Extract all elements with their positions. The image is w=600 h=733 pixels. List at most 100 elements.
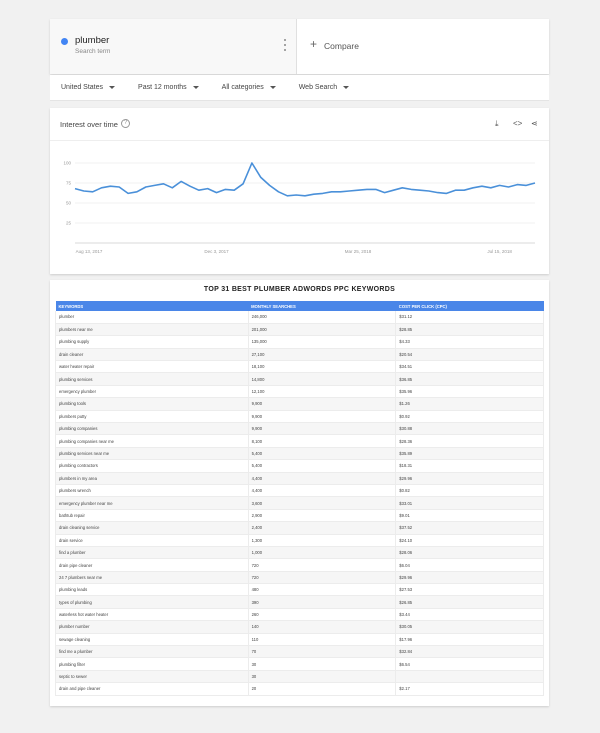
filter-category[interactable]: All categories bbox=[222, 84, 276, 91]
cell-cpc: $33.01 bbox=[395, 496, 544, 510]
table-header-row: KEYWORDS MONTHLY SEARCHES COST PER CLICK… bbox=[55, 301, 544, 311]
cell-monthly-searches: 246,000 bbox=[248, 311, 397, 324]
cell-monthly-searches: 1,300 bbox=[248, 534, 397, 547]
table-row: find me a plumber 70 $32.84 bbox=[55, 645, 544, 659]
table-row: drain and pipe cleaner 20 $2.17 bbox=[55, 682, 544, 696]
table-row: water heater repair 18,100 $34.51 bbox=[55, 360, 544, 374]
cell-cpc: $0.82 bbox=[395, 484, 544, 498]
cell-cpc: $2.17 bbox=[395, 682, 544, 696]
share-icon[interactable]: ⋖ bbox=[531, 119, 538, 129]
filter-bar: United States Past 12 months All categor… bbox=[50, 75, 549, 101]
cell-monthly-searches: 2,900 bbox=[248, 509, 397, 523]
table-row: drain service 1,300 $24.10 bbox=[55, 534, 544, 547]
cell-keyword: plumbing tools bbox=[55, 397, 249, 411]
keywords-table-card: TOP 31 BEST PLUMBER ADWORDS PPC KEYWORDS… bbox=[50, 280, 549, 706]
cell-cpc: $1.26 bbox=[395, 397, 544, 411]
term-color-dot bbox=[61, 38, 68, 45]
cell-cpc: $28.06 bbox=[395, 546, 544, 560]
table-row: plumbers wrench 4,400 $0.82 bbox=[55, 484, 544, 498]
table-row: plumber number 140 $30.05 bbox=[55, 620, 544, 634]
cell-cpc: $26.85 bbox=[395, 595, 544, 609]
cell-cpc: $0.92 bbox=[395, 410, 544, 424]
cell-monthly-searches: 135,000 bbox=[248, 335, 397, 349]
search-term-subtitle: Search term bbox=[75, 48, 111, 55]
cell-keyword: 24 7 plumbers near me bbox=[55, 571, 249, 585]
table-row: plumbing leads 480 $27.53 bbox=[55, 583, 544, 597]
cell-keyword: emergency plumber near me bbox=[55, 496, 249, 510]
table-row: plumbing contractors 5,400 $18.31 bbox=[55, 459, 544, 473]
more-vert-icon[interactable] bbox=[284, 39, 287, 51]
cell-keyword: plumbing supply bbox=[55, 335, 249, 349]
cell-monthly-searches: 8,100 bbox=[248, 434, 397, 448]
y-tick-label: 75 bbox=[66, 181, 72, 186]
cell-monthly-searches: 1,000 bbox=[248, 546, 397, 560]
cell-keyword: plumbing companies near me bbox=[55, 434, 249, 448]
cell-monthly-searches: 140 bbox=[248, 620, 397, 634]
cell-monthly-searches: 720 bbox=[248, 571, 397, 585]
compare-button[interactable]: + Compare bbox=[297, 19, 549, 74]
cell-cpc: $30.05 bbox=[395, 620, 544, 634]
filter-search-type[interactable]: Web Search bbox=[299, 84, 350, 91]
keywords-table: KEYWORDS MONTHLY SEARCHES COST PER CLICK… bbox=[55, 301, 544, 696]
table-row: emergency plumber near me 3,600 $33.01 bbox=[55, 496, 544, 510]
header-monthly-searches: MONTHLY SEARCHES bbox=[248, 301, 396, 311]
embed-icon[interactable]: <> bbox=[513, 119, 522, 129]
cell-keyword: drain service bbox=[55, 534, 249, 547]
cell-keyword: plumber bbox=[55, 311, 249, 324]
cell-keyword: types of plumbing bbox=[55, 595, 249, 609]
cell-monthly-searches: 9,900 bbox=[248, 422, 397, 436]
x-tick-label: Jul 15, 2018 bbox=[487, 249, 512, 254]
cell-keyword: waterless hot water heater bbox=[55, 608, 249, 622]
header-keywords: KEYWORDS bbox=[55, 301, 249, 311]
caret-down-icon bbox=[343, 86, 350, 89]
filter-time-range[interactable]: Past 12 months bbox=[138, 84, 199, 91]
table-row: sewage cleaning 110 $17.96 bbox=[55, 633, 544, 647]
cell-cpc: $28.85 bbox=[395, 323, 544, 337]
cell-keyword: drain cleaner bbox=[55, 348, 249, 362]
caret-down-icon bbox=[269, 86, 276, 89]
cell-cpc: $35.96 bbox=[395, 385, 544, 399]
cell-monthly-searches: 9,900 bbox=[248, 410, 397, 424]
table-row: plumbers near me 201,000 $28.85 bbox=[55, 323, 544, 337]
table-row: plumbing supply 135,000 $4.33 bbox=[55, 335, 544, 349]
cell-cpc: $34.51 bbox=[395, 360, 544, 374]
search-term-card: plumber Search term + Compare bbox=[50, 19, 549, 74]
help-icon[interactable]: ? bbox=[121, 119, 130, 128]
filter-region-label: United States bbox=[61, 84, 104, 91]
table-row: plumbing services 14,800 $36.85 bbox=[55, 372, 544, 386]
cell-keyword: find me a plumber bbox=[55, 645, 249, 659]
cell-monthly-searches: 4,400 bbox=[248, 472, 397, 485]
cell-cpc: $24.10 bbox=[395, 534, 544, 547]
cell-monthly-searches: 12,100 bbox=[248, 385, 397, 399]
cell-monthly-searches: 390 bbox=[248, 595, 397, 609]
cell-monthly-searches: 201,000 bbox=[248, 323, 397, 337]
table-row: plumbers in my area 4,400 $29.96 bbox=[55, 472, 544, 485]
download-icon[interactable]: ⤓ bbox=[495, 119, 499, 129]
search-term-box[interactable]: plumber Search term bbox=[50, 19, 297, 74]
table-row: plumbing tools 9,900 $1.26 bbox=[55, 397, 544, 411]
cell-cpc: $4.33 bbox=[395, 335, 544, 349]
cell-monthly-searches: 20 bbox=[248, 682, 397, 696]
cell-monthly-searches: 14,800 bbox=[248, 372, 397, 386]
cell-cpc bbox=[395, 670, 544, 684]
header-cpc: COST PER CLICK (CPC) bbox=[395, 301, 544, 311]
cell-keyword: drain cleaning service bbox=[55, 521, 249, 535]
cell-keyword: plumbers in my area bbox=[55, 472, 249, 485]
cell-monthly-searches: 5,400 bbox=[248, 459, 397, 473]
cell-cpc: $36.85 bbox=[395, 372, 544, 386]
table-row: plumber 246,000 $31.12 bbox=[55, 311, 544, 324]
filter-region[interactable]: United States bbox=[61, 84, 116, 91]
cell-keyword: plumbing leads bbox=[55, 583, 249, 597]
cell-cpc: $20.54 bbox=[395, 348, 544, 362]
cell-keyword: plumbing contractors bbox=[55, 459, 249, 473]
cell-cpc: $3.44 bbox=[395, 608, 544, 622]
table-row: find a plumber 1,000 $28.06 bbox=[55, 546, 544, 560]
cell-monthly-searches: 9,900 bbox=[248, 397, 397, 411]
cell-cpc: $37.52 bbox=[395, 521, 544, 535]
cell-monthly-searches: 5,400 bbox=[248, 447, 397, 461]
cell-monthly-searches: 480 bbox=[248, 583, 397, 597]
cell-keyword: plumbing filter bbox=[55, 657, 249, 671]
table-row: drain cleaning service 2,400 $37.52 bbox=[55, 521, 544, 535]
x-tick-label: Dec 3, 2017 bbox=[204, 249, 229, 254]
plus-icon: + bbox=[310, 37, 318, 51]
